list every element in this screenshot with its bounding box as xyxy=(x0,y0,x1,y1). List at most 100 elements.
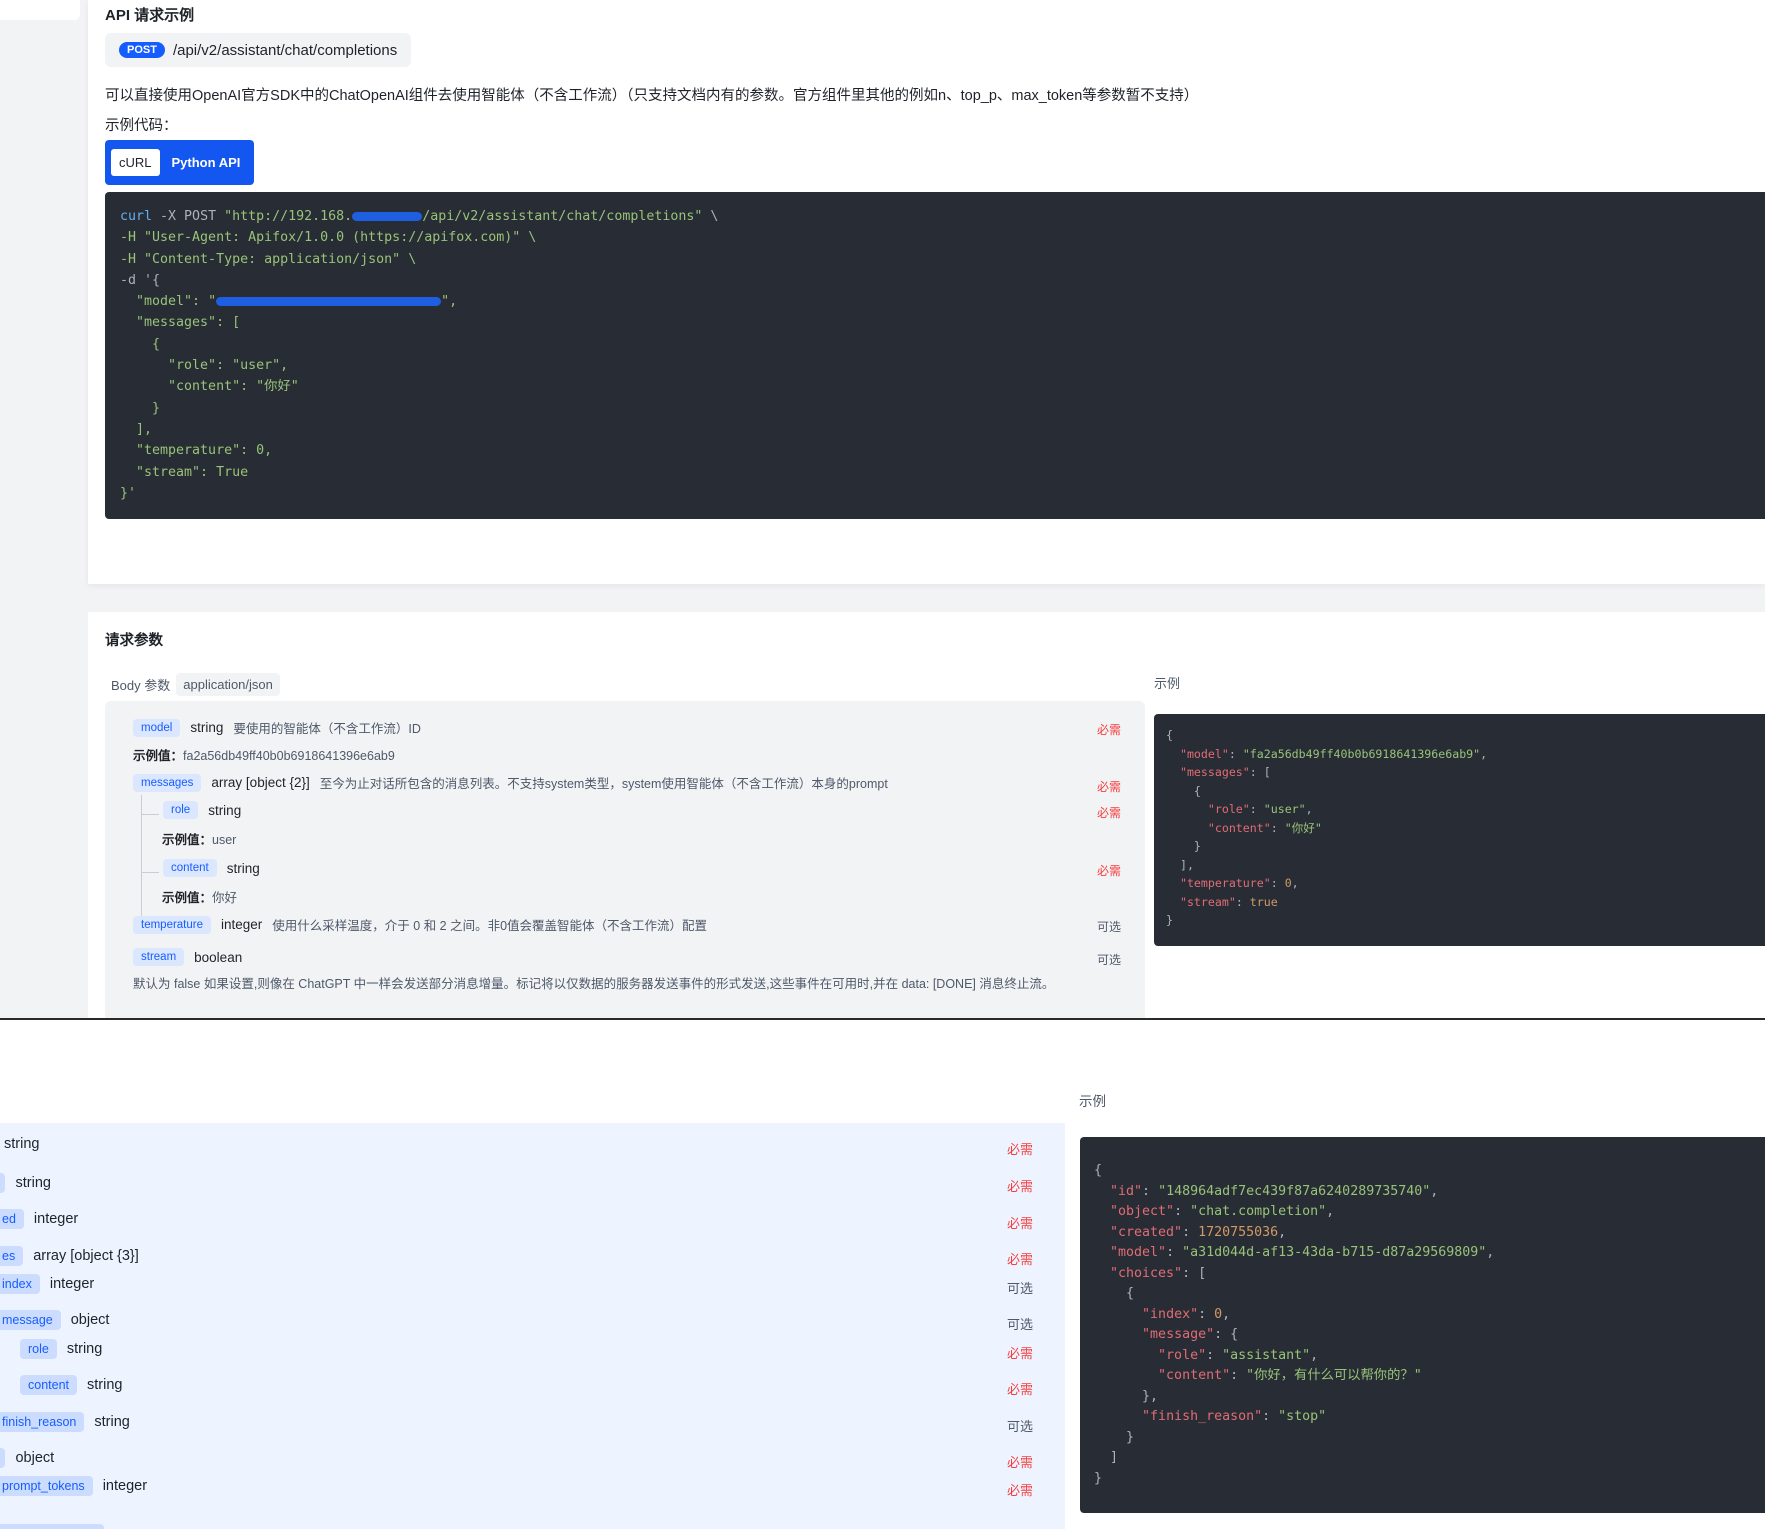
param-type: array [object {2}] xyxy=(211,775,310,790)
optional-badge: 可选 xyxy=(1007,1317,1034,1332)
param-name-tag[interactable]: stream xyxy=(133,948,185,966)
field-name-tag[interactable]: index xyxy=(0,1274,40,1294)
json-value: true xyxy=(1249,894,1278,909)
field-name-tag[interactable]: ed xyxy=(0,1209,24,1229)
json-value: "fa2a56db49ff40b0b6918641396e6ab9" xyxy=(1242,746,1481,761)
param-example: 示例值：user xyxy=(162,829,236,848)
json-key: "created" xyxy=(1110,1224,1183,1240)
field-name-tag[interactable]: prompt_tokens xyxy=(0,1476,93,1496)
json-key: "temperature" xyxy=(1179,876,1271,890)
json-value: "148964adf7ec439f87a6240289735740" xyxy=(1158,1183,1431,1199)
field-name-tag[interactable]: role xyxy=(20,1339,57,1359)
param-name-tag[interactable]: temperature xyxy=(133,915,212,934)
required-badge: 必需 xyxy=(1007,1142,1034,1157)
json-key: "object" xyxy=(1110,1204,1175,1219)
code-cmd: curl xyxy=(120,209,153,224)
tab-python-api[interactable]: Python API xyxy=(164,149,249,176)
required-badge: 必需 xyxy=(1097,864,1122,878)
optional-badge: 可选 xyxy=(1097,953,1122,967)
tab-curl[interactable]: cURL xyxy=(111,149,160,176)
json-key: "finish_reason" xyxy=(1142,1409,1263,1424)
required-badge: 必需 xyxy=(1007,1382,1034,1397)
field-name-tag[interactable]: message xyxy=(0,1310,61,1330)
sample-code-label: 示例代码： xyxy=(105,118,178,134)
json-value: 0 xyxy=(1284,876,1292,890)
tree-branch xyxy=(141,872,159,873)
field-type: string xyxy=(66,1341,103,1357)
field-name-tag[interactable] xyxy=(0,1173,6,1193)
json-value: "chat.completion" xyxy=(1190,1204,1327,1219)
json-value: "a31d044d-af13-43da-b715-d87a29569809" xyxy=(1182,1245,1487,1260)
response-json-example[interactable]: { "id": "148964adf7ec439f87a624028973574… xyxy=(1080,1137,1765,1513)
code-line: } xyxy=(120,400,161,416)
param-row-messages: messages array [object {2}] 至今为止对话所包含的消息… xyxy=(133,773,888,792)
code-line: { xyxy=(120,336,161,352)
required-badge: 必需 xyxy=(1007,1483,1034,1498)
required-badge: 必需 xyxy=(1097,806,1122,820)
left-nav-card xyxy=(0,0,80,20)
field-name-tag[interactable] xyxy=(0,1448,6,1468)
field-name-tag[interactable]: es xyxy=(0,1246,24,1266)
json-brace: { xyxy=(1166,728,1173,742)
param-desc: 要使用的智能体（不含工作流）ID xyxy=(233,722,421,736)
json-key: "id" xyxy=(1110,1183,1143,1199)
endpoint-path[interactable]: /api/v2/assistant/chat/completions xyxy=(173,42,397,59)
required-badge: 必需 xyxy=(1007,1252,1034,1267)
param-type: string xyxy=(208,802,242,818)
code-line: -H "User-Agent: Apifox/1.0.0 (https://ap… xyxy=(120,230,537,246)
param-desc-stream: 默认为 false 如果设置,则像在 ChatGPT 中一样会发送部分消息增量。… xyxy=(133,977,1055,991)
content-type-chip[interactable]: application/json xyxy=(176,673,280,696)
param-name-tag[interactable]: role xyxy=(163,801,199,819)
redaction-mark xyxy=(216,296,442,306)
top-screenshot: API 请求示例 POST /api/v2/assistant/chat/com… xyxy=(0,0,1765,1018)
response-params-list: string 必需 string 必需 ed integer 必需 es arr… xyxy=(0,1123,1065,1529)
field-type: integer xyxy=(49,1276,95,1292)
example-value: user xyxy=(212,833,237,847)
json-value: "user" xyxy=(1263,802,1306,816)
example-prefix: 示例值： xyxy=(133,749,184,763)
section-title-api-example: API 请求示例 xyxy=(105,7,195,24)
json-value: 0 xyxy=(1214,1306,1223,1322)
field-name-tag[interactable]: finish_reason xyxy=(0,1412,85,1432)
example-prefix: 示例值： xyxy=(162,833,213,847)
response-field-row: prompt_tokens integer xyxy=(0,1476,147,1496)
bottom-screenshot: 示例 string 必需 string 必需 ed integer 必需 es … xyxy=(0,1020,1765,1529)
param-name-tag[interactable]: content xyxy=(163,859,217,877)
field-name-tag-partial xyxy=(0,1524,104,1529)
response-field-row: object xyxy=(0,1448,54,1468)
code-line: "content": "你好" xyxy=(120,379,299,395)
response-field-row: string xyxy=(0,1173,51,1193)
param-example: 示例值：你好 xyxy=(162,887,237,906)
json-key: "role" xyxy=(1158,1347,1207,1363)
tree-branch xyxy=(141,814,159,815)
response-field-row: role string xyxy=(20,1339,102,1359)
code-line: "stream": True xyxy=(120,464,249,480)
json-key: "model" xyxy=(1110,1245,1167,1260)
json-key: "role" xyxy=(1207,802,1250,816)
curl-code-block[interactable]: curl -X POST "http://192.168. /api/v2/ass… xyxy=(105,192,1765,519)
param-name-tag[interactable]: model xyxy=(133,718,181,737)
param-row-temperature: temperature integer 使用什么采样温度，介于 0 和 2 之间… xyxy=(133,915,707,934)
json-key: "content" xyxy=(1158,1368,1231,1383)
param-row-model: model string 要使用的智能体（不含工作流）ID xyxy=(133,718,421,737)
param-row-role: role string xyxy=(163,801,241,819)
json-value: "assistant" xyxy=(1222,1347,1311,1363)
response-field-row: content string xyxy=(20,1375,122,1395)
redaction-mark xyxy=(352,211,423,221)
code-line: "messages": [ xyxy=(120,315,241,331)
request-json-example[interactable]: { "model": "fa2a56db49ff40b0b6918641396e… xyxy=(1154,714,1765,946)
request-params-panel: 请求参数 Body 参数 application/json 示例 model s… xyxy=(88,612,1765,1018)
field-type: string xyxy=(94,1414,130,1430)
field-type: integer xyxy=(102,1478,148,1494)
example-value: fa2a56db49ff40b0b6918641396e6ab9 xyxy=(183,749,395,763)
param-type: string xyxy=(190,720,224,735)
field-name-tag[interactable]: content xyxy=(20,1375,78,1395)
required-badge: 必需 xyxy=(1007,1216,1034,1231)
code-line: "temperature": 0, xyxy=(120,443,273,459)
body-label-text: Body 参数 xyxy=(111,678,171,693)
param-desc: 至今为止对话所包含的消息列表。不支持system类型，system使用智能体（不… xyxy=(319,777,888,791)
param-name-tag[interactable]: messages xyxy=(133,773,202,792)
json-value: "stop" xyxy=(1278,1409,1327,1424)
field-type: string xyxy=(4,1136,40,1152)
param-example: 示例值：fa2a56db49ff40b0b6918641396e6ab9 xyxy=(133,745,395,764)
